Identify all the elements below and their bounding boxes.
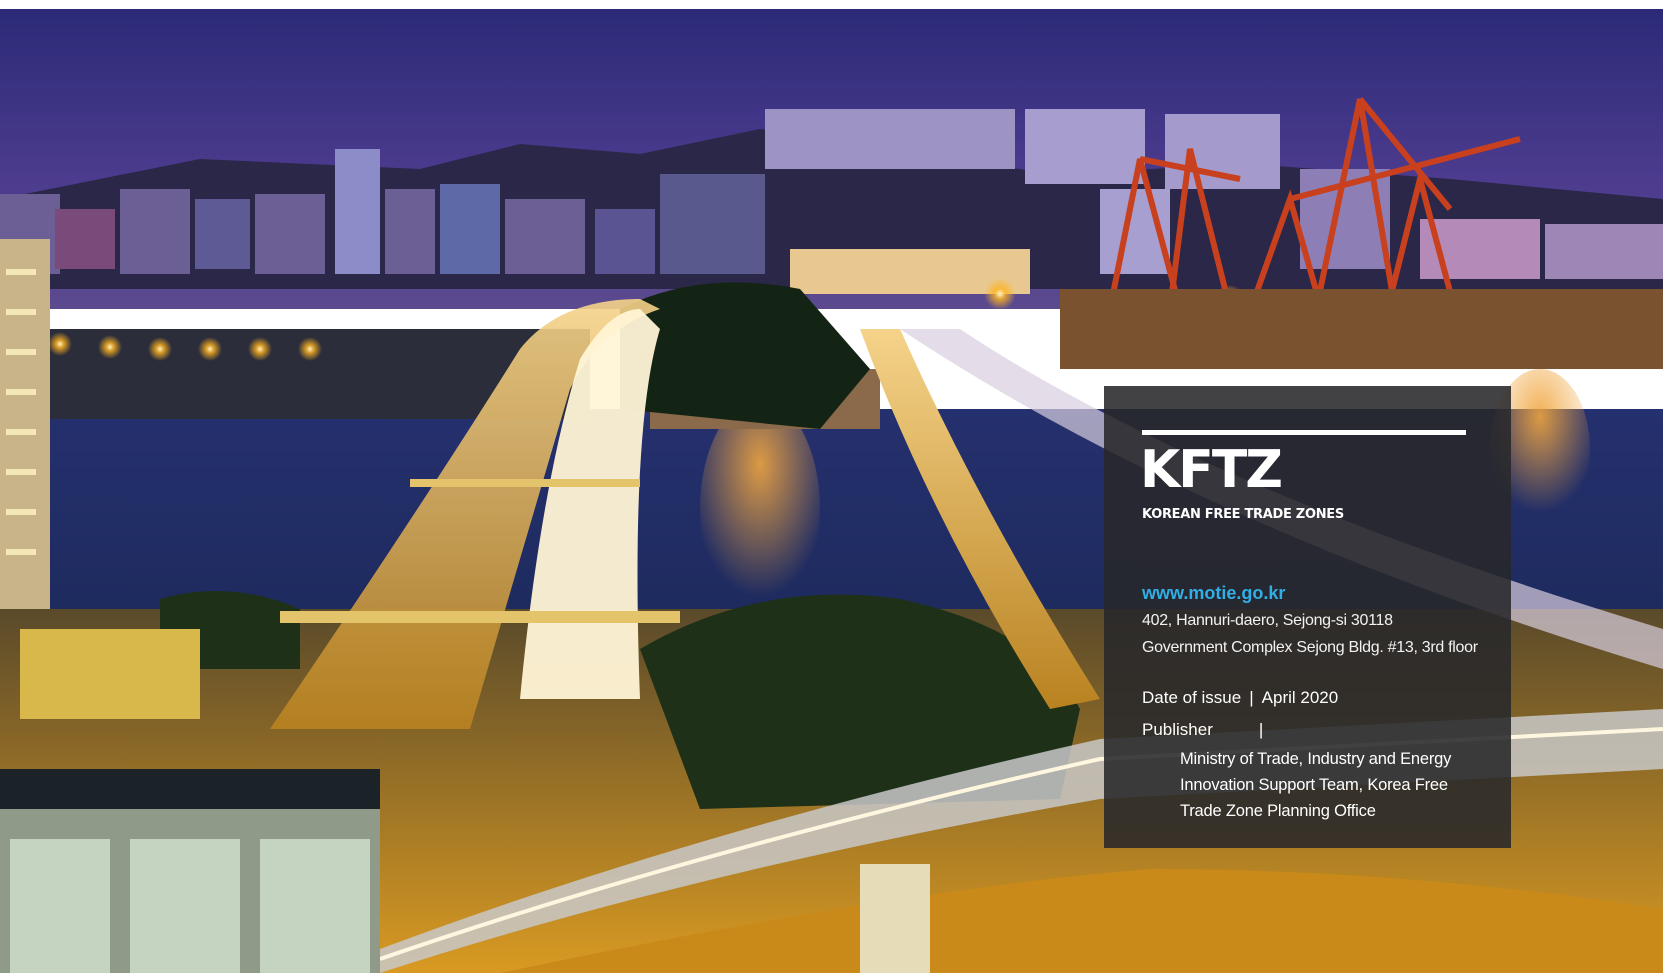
overpass-pillar xyxy=(860,864,930,973)
cover-page: KFTZ KOREAN FREE TRADE ZONES www.motie.g… xyxy=(0,0,1663,973)
issue-date-separator: | xyxy=(1249,688,1254,707)
water-reflection xyxy=(700,399,820,619)
publisher-row: Publisher | xyxy=(1142,720,1263,740)
document-title: KFTZ xyxy=(1140,440,1283,500)
publisher-separator: | xyxy=(1258,720,1264,739)
issue-date-value: April 2020 xyxy=(1261,688,1339,707)
publisher-line: Ministry of Trade, Industry and Energy xyxy=(1180,750,1452,768)
publisher-label: Publisher xyxy=(1142,720,1213,739)
website-link[interactable]: www.motie.go.kr xyxy=(1142,583,1285,604)
left-warehouse xyxy=(20,629,200,719)
issue-date-label: Date of issue xyxy=(1142,688,1242,707)
address-line-1: 402, Hannuri-daero, Sejong-si 30118 xyxy=(1142,612,1393,629)
document-subtitle: KOREAN FREE TRADE ZONES xyxy=(1142,507,1344,522)
sign-gantry-upper xyxy=(410,479,640,487)
info-panel: KFTZ KOREAN FREE TRADE ZONES www.motie.g… xyxy=(1104,386,1511,848)
publisher-line: Trade Zone Planning Office xyxy=(1180,802,1376,820)
foreground-roof xyxy=(0,769,380,809)
issue-date-row: Date of issue | April 2020 xyxy=(1142,688,1338,708)
publisher-details: Ministry of Trade, Industry and Energy I… xyxy=(1180,746,1451,824)
panel-divider xyxy=(1142,430,1466,435)
publisher-line: Innovation Support Team, Korea Free xyxy=(1180,776,1448,794)
foreground-windows xyxy=(10,839,370,973)
container-yard xyxy=(1060,289,1663,369)
sign-gantry xyxy=(280,611,680,623)
address-line-2: Government Complex Sejong Bldg. #13, 3rd… xyxy=(1142,639,1478,656)
